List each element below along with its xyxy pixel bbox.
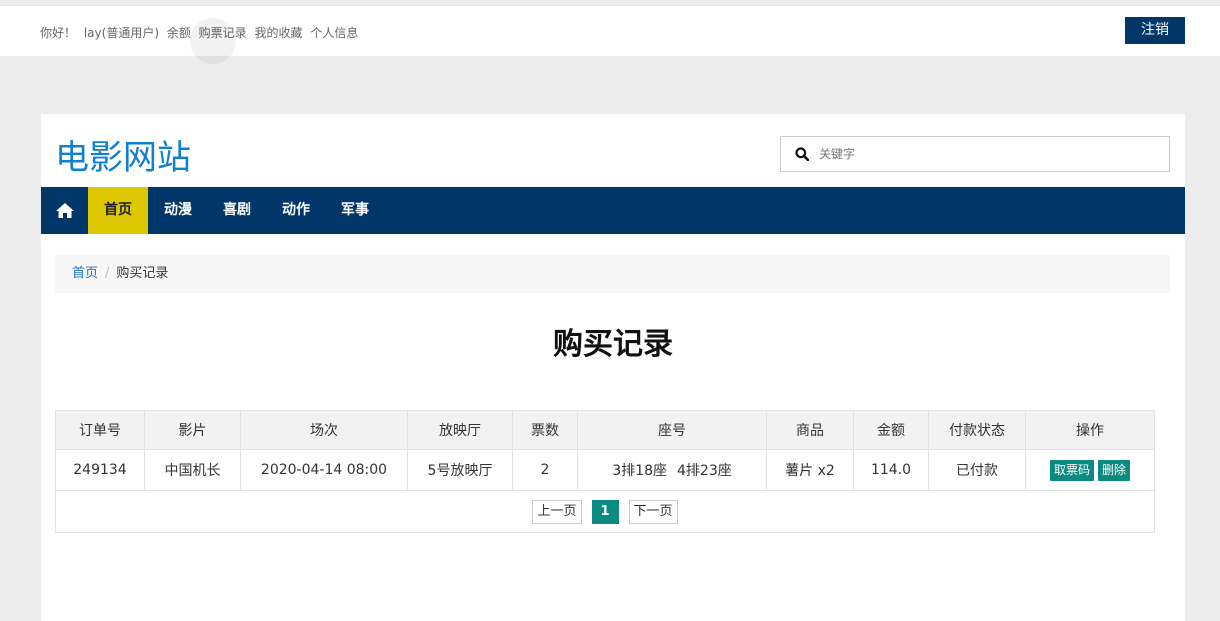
- nav-item-action[interactable]: 动作: [266, 187, 326, 234]
- profile-link[interactable]: 个人信息: [310, 26, 358, 40]
- column-header: 场次: [241, 411, 408, 449]
- column-header: 票数: [513, 411, 578, 449]
- delete-button[interactable]: 删除: [1098, 459, 1131, 481]
- favorites-link[interactable]: 我的收藏: [255, 26, 303, 40]
- column-header: 座号: [578, 411, 767, 449]
- table-row: 249134 中国机长 2020-04-14 08:00 5号放映厅 2 3排1…: [56, 449, 1154, 490]
- nav-item-home[interactable]: 首页: [88, 187, 148, 234]
- column-header: 商品: [767, 411, 854, 449]
- seat-label: 4排23座: [677, 463, 732, 479]
- movie-name: 中国机长: [145, 450, 241, 490]
- payment-status: 已付款: [929, 450, 1026, 490]
- column-header: 订单号: [56, 411, 145, 449]
- hall: 5号放映厅: [408, 450, 513, 490]
- column-header: 操作: [1076, 423, 1104, 439]
- nav-item-military[interactable]: 军事: [326, 187, 384, 234]
- pagination: 上一页 1 下一页: [56, 490, 1154, 532]
- amount: 114.0: [854, 450, 929, 490]
- actions: 取票码 删除: [1026, 450, 1154, 490]
- search-input[interactable]: [819, 142, 1159, 166]
- logout-button[interactable]: 注销: [1125, 17, 1185, 44]
- nav-item-comedy[interactable]: 喜剧: [208, 187, 266, 234]
- column-header: 金额: [854, 411, 929, 449]
- user-name: lay(普通用户): [83, 26, 159, 40]
- column-header: 付款状态: [929, 411, 1026, 449]
- seat-label: 3排18座: [612, 463, 667, 479]
- balance-text: 余额: [166, 26, 191, 40]
- showtime: 2020-04-14 08:00: [241, 450, 408, 490]
- breadcrumb: 首页 / 购买记录: [55, 255, 1170, 293]
- next-page-button[interactable]: 下一页: [628, 499, 678, 524]
- table-header-row: 订单号 影片 场次 放映厅 票数 座号 商品 金额 付款状态 操作: [56, 411, 1154, 449]
- search-icon: [795, 147, 809, 161]
- ticket-code-button[interactable]: 取票码: [1049, 459, 1094, 481]
- goods: 薯片 x2: [767, 450, 854, 490]
- breadcrumb-separator: /: [105, 266, 110, 281]
- breadcrumb-current: 购买记录: [116, 266, 169, 281]
- search-box[interactable]: [780, 136, 1170, 172]
- main-panel: 电影网站 首页 动漫 喜剧 动作 军事 首页 / 购买记录 购买记录 订单号 影片 …: [41, 114, 1185, 621]
- page-title: 购买记录: [553, 327, 673, 362]
- home-icon[interactable]: [55, 201, 75, 219]
- top-bar: 你好！ lay(普通用户) 余额 购票记录 我的收藏 个人信息 注销: [0, 5, 1220, 64]
- column-header: 放映厅: [408, 411, 513, 449]
- orders-table: 订单号 影片 场次 放映厅 票数 座号 商品 金额 付款状态 操作 249134…: [55, 410, 1155, 533]
- prev-page-button[interactable]: 上一页: [532, 499, 582, 524]
- greeting-text: 你好！: [40, 26, 77, 40]
- column-header: 影片: [145, 411, 241, 449]
- main-nav: 首页 动漫 喜剧 动作 军事: [41, 187, 1185, 234]
- nav-item-anime[interactable]: 动漫: [148, 187, 208, 234]
- ticket-count: 2: [513, 450, 578, 490]
- page-number-current[interactable]: 1: [591, 499, 619, 524]
- site-title[interactable]: 电影网站: [55, 130, 191, 179]
- seats: 3排18座 4排23座: [578, 450, 767, 490]
- click-ripple: [190, 18, 236, 64]
- order-number: 249134: [56, 450, 145, 490]
- breadcrumb-home-link[interactable]: 首页: [72, 266, 98, 281]
